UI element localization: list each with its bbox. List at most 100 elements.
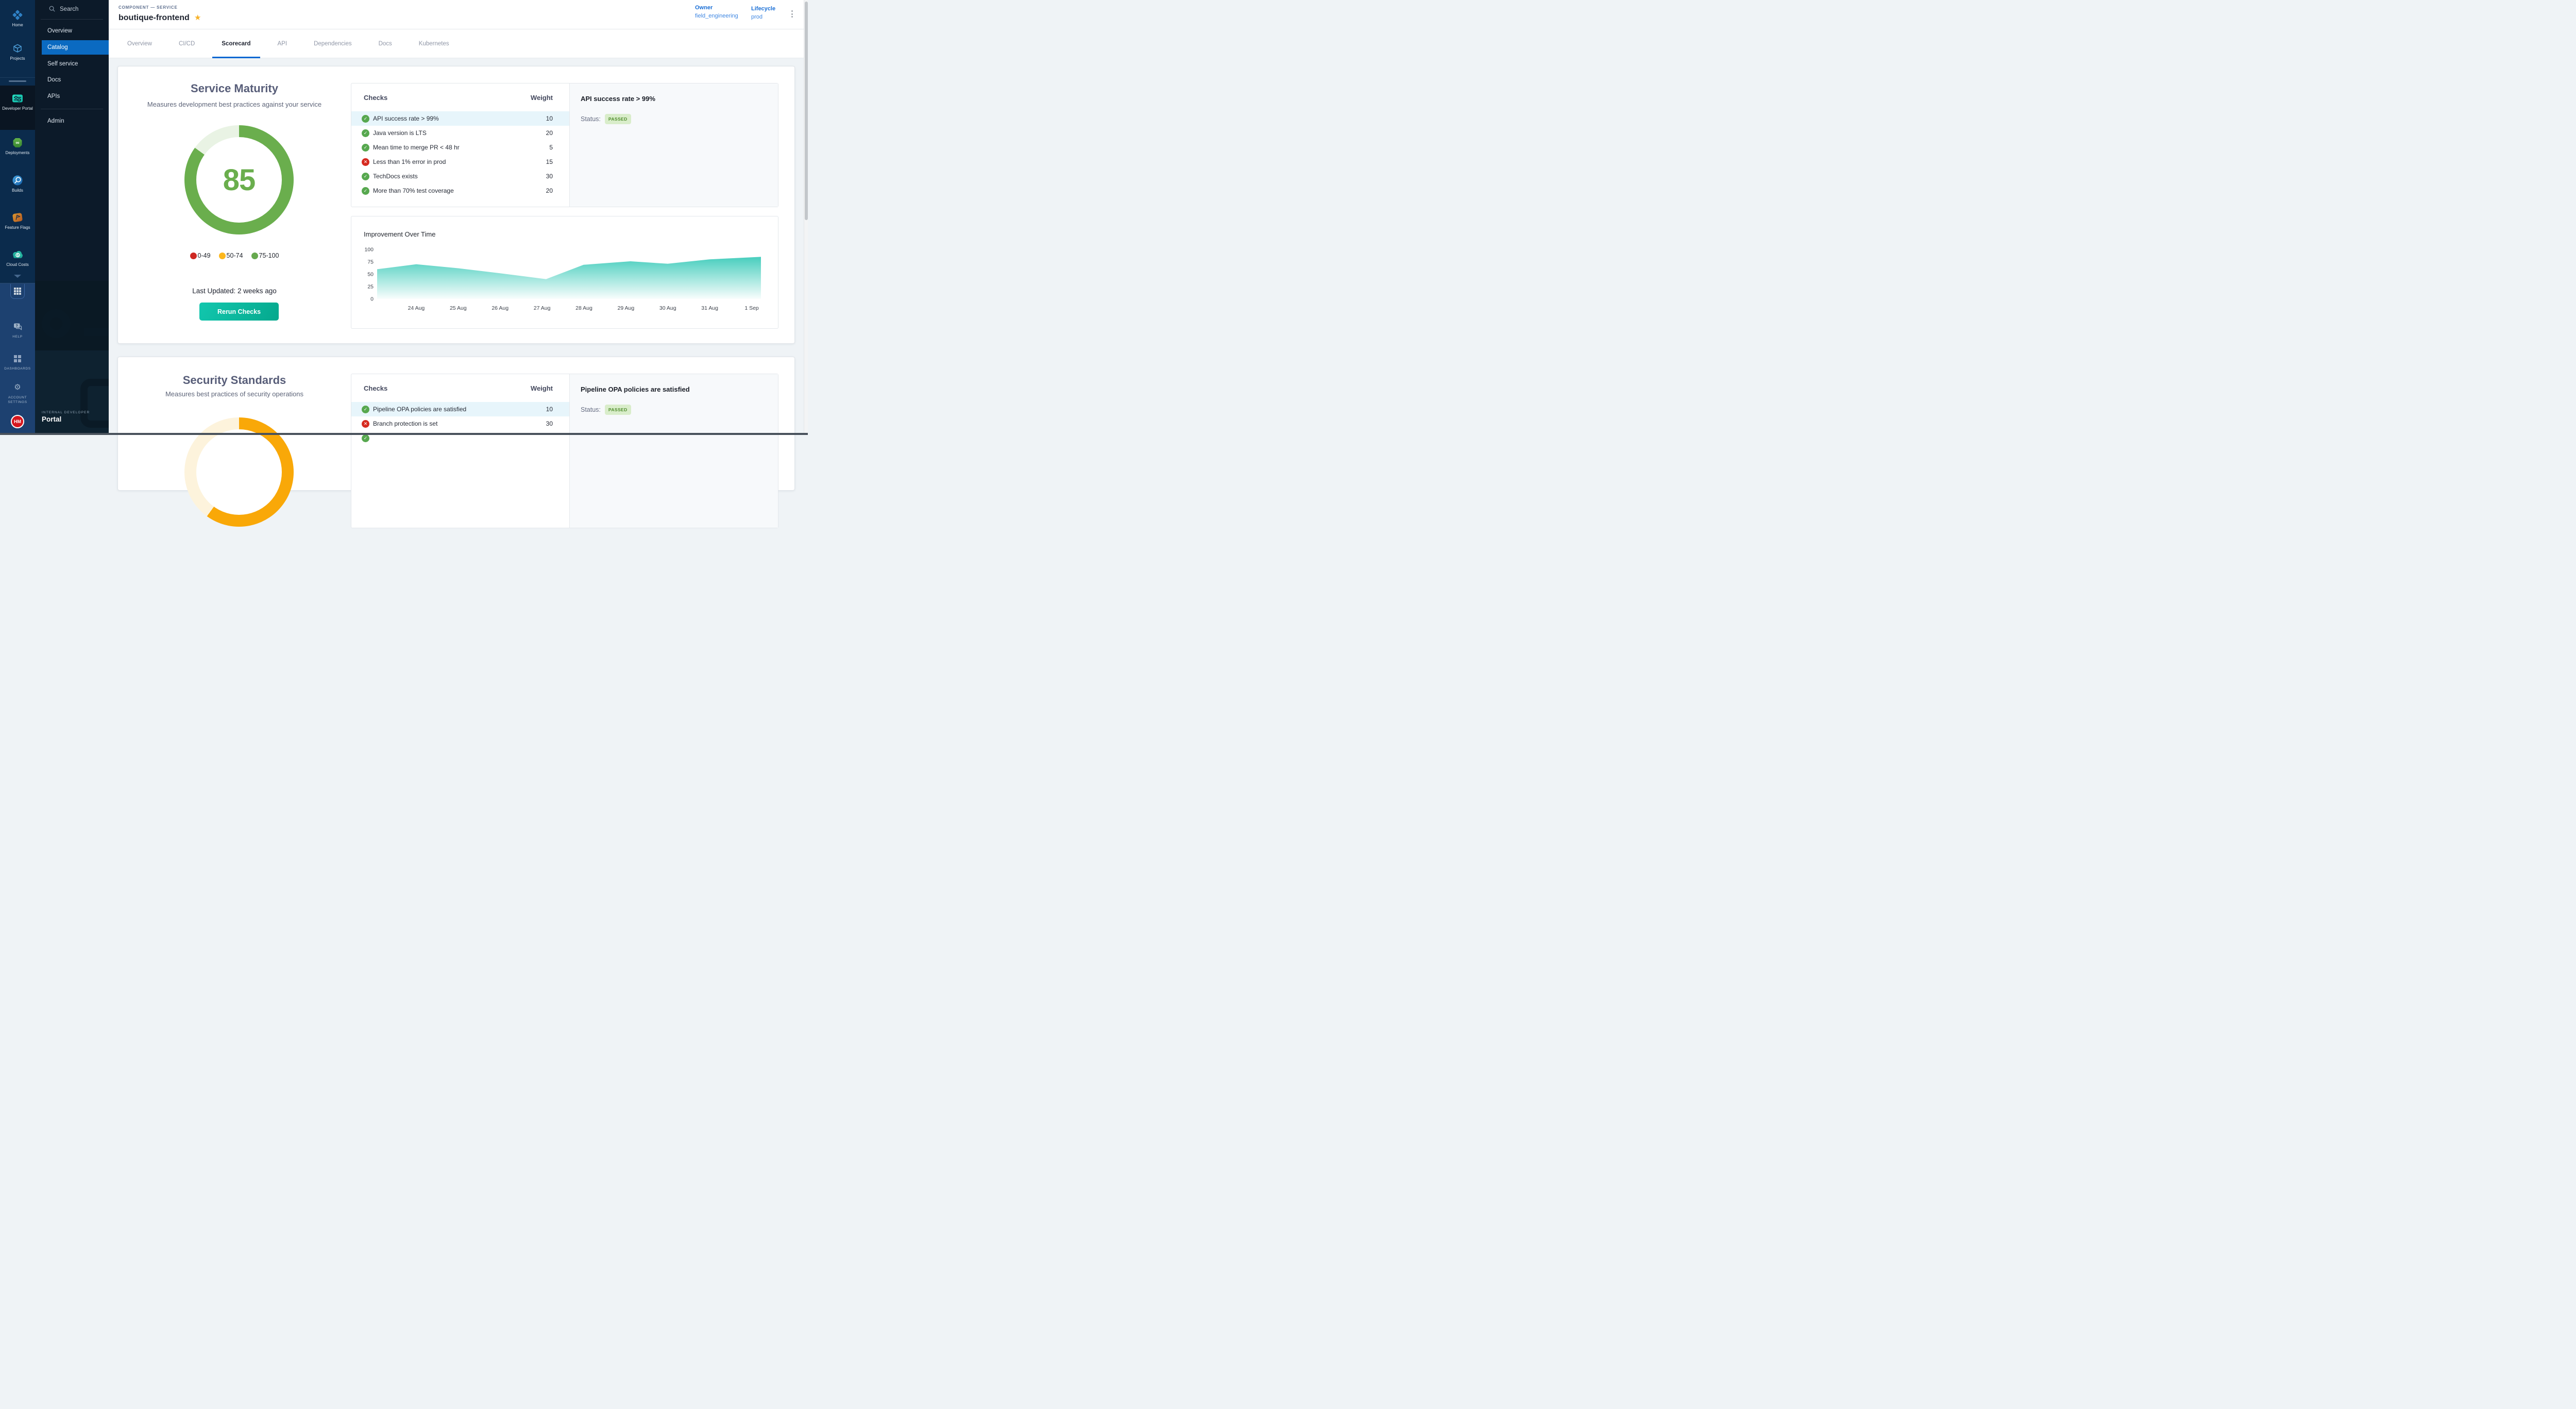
svg-text:100: 100 xyxy=(364,247,374,253)
check-row[interactable]: ✓API success rate > 99%10 xyxy=(351,111,569,126)
check-label: Pipeline OPA policies are satisfied xyxy=(373,406,527,413)
tab-dependencies[interactable]: Dependencies xyxy=(314,29,352,58)
sidebar-item-overview[interactable]: Overview xyxy=(35,24,109,38)
svg-text:0: 0 xyxy=(370,296,374,303)
nav-developer-portal-label: Developer Portal xyxy=(2,106,33,111)
nav-home[interactable]: Home xyxy=(0,9,35,27)
check-row[interactable]: ✓More than 70% test coverage20 xyxy=(351,183,569,198)
sidebar-art-ring xyxy=(42,309,71,338)
svg-text:27 Aug: 27 Aug xyxy=(534,305,551,311)
module-switcher-button[interactable] xyxy=(10,284,25,299)
rerun-checks-button[interactable]: Rerun Checks xyxy=(199,303,279,321)
check-weight: 20 xyxy=(527,129,553,137)
sidebar-item-apis[interactable]: APIs xyxy=(35,89,109,104)
check-row[interactable]: ✓TechDocs exists30 xyxy=(351,169,569,183)
module-sidebar: Search Overview Catalog Self service Doc… xyxy=(35,0,109,435)
check-fail-icon: ✕ xyxy=(362,158,369,166)
kebab-menu-icon[interactable] xyxy=(788,9,796,21)
svg-text:28 Aug: 28 Aug xyxy=(575,305,592,311)
legend-item: 0-49 xyxy=(190,252,211,259)
module-grid-icon xyxy=(14,288,21,295)
nav-deployments[interactable]: ∞ Deployments xyxy=(0,137,35,155)
vertical-scrollbar[interactable] xyxy=(804,0,808,435)
lifecycle-link[interactable]: Lifecycle prod xyxy=(751,6,775,20)
sidebar-item-catalog[interactable]: Catalog xyxy=(42,40,109,55)
weight-column-header: Weight xyxy=(531,384,553,392)
check-label: API success rate > 99% xyxy=(373,115,527,122)
check-row[interactable]: ✓Java version is LTS20 xyxy=(351,126,569,140)
user-avatar[interactable]: HM xyxy=(11,415,24,428)
checks-panel: Checks Weight ✓Pipeline OPA policies are… xyxy=(351,374,778,528)
check-detail-panel: API success rate > 99% Status: PASSED xyxy=(569,83,778,207)
nav-help-label: HELP xyxy=(12,334,22,339)
svg-text:30 Aug: 30 Aug xyxy=(659,305,676,311)
nav-projects[interactable]: Projects xyxy=(0,43,35,61)
check-weight: 10 xyxy=(527,115,553,122)
nav-cloud-costs-label: Cloud Costs xyxy=(6,262,29,267)
check-weight: 15 xyxy=(527,158,553,165)
feature-flags-icon xyxy=(12,212,23,223)
svg-text:24 Aug: 24 Aug xyxy=(408,305,425,311)
lifecycle-value: prod xyxy=(751,14,775,20)
checks-panel: Checks Weight ✓API success rate > 99%10✓… xyxy=(351,83,778,207)
check-row[interactable]: ✓Mean time to merge PR < 48 hr5 xyxy=(351,140,569,155)
sidebar-item-docs[interactable]: Docs xyxy=(35,73,109,87)
check-pass-icon: ✓ xyxy=(362,173,369,180)
legend-label: 0-49 xyxy=(198,252,211,259)
lifecycle-label: Lifecycle xyxy=(751,6,775,12)
search-button[interactable]: Search xyxy=(35,4,109,15)
last-updated-text: Last Updated: 2 weeks ago xyxy=(118,287,351,295)
tab-docs[interactable]: Docs xyxy=(379,29,392,58)
rail-drag-handle[interactable] xyxy=(9,80,26,82)
check-weight: 20 xyxy=(527,187,553,194)
help-icon: ? xyxy=(12,321,23,332)
check-weight: 5 xyxy=(527,144,553,151)
favorite-star-icon[interactable]: ★ xyxy=(194,14,201,22)
nav-cloud-costs[interactable]: $ Cloud Costs xyxy=(0,249,35,267)
nav-help[interactable]: ? HELP xyxy=(0,321,35,339)
scrollbar-thumb[interactable] xyxy=(805,2,808,220)
legend-label: 50-74 xyxy=(227,252,243,259)
tab-api[interactable]: API xyxy=(278,29,287,58)
maturity-score-gauge: 85 xyxy=(184,125,294,234)
check-weight: 30 xyxy=(527,420,553,427)
sidebar-art-rect xyxy=(80,379,109,428)
tab-overview[interactable]: Overview xyxy=(127,29,152,58)
nav-feature-flags[interactable]: Feature Flags xyxy=(0,212,35,230)
status-label: Status: xyxy=(581,406,601,413)
sidebar-item-self-service[interactable]: Self service xyxy=(35,57,109,71)
nav-feature-flags-label: Feature Flags xyxy=(5,225,30,230)
sidebar-item-admin[interactable]: Admin xyxy=(35,114,109,128)
tab-kubernetes[interactable]: Kubernetes xyxy=(419,29,449,58)
improvement-chart-card: Improvement Over Time 025507510024 Aug25… xyxy=(351,216,778,329)
divider xyxy=(41,19,103,20)
tab-cicd[interactable]: CI/CD xyxy=(179,29,195,58)
projects-cube-icon xyxy=(12,43,23,54)
nav-builds[interactable]: Builds xyxy=(0,175,35,193)
check-row[interactable]: ✕Branch protection is set30 xyxy=(351,416,569,431)
svg-text:50: 50 xyxy=(367,272,374,278)
score-legend: 0-4950-7475-100 xyxy=(118,252,351,259)
entity-header: COMPONENT — SERVICE boutique-frontend ★ … xyxy=(109,0,804,29)
svg-text:29 Aug: 29 Aug xyxy=(618,305,635,311)
svg-text:75: 75 xyxy=(367,259,374,265)
svg-text:31 Aug: 31 Aug xyxy=(701,305,718,311)
owner-link[interactable]: Owner field_engineering xyxy=(695,5,738,19)
scorecard-security-standards: Security Standards Measures best practic… xyxy=(117,357,795,491)
nav-dashboards[interactable]: DASHBOARDS xyxy=(0,353,35,371)
tab-scorecard[interactable]: Scorecard xyxy=(222,29,250,58)
legend-dot xyxy=(251,253,258,259)
settings-gear-icon: ⚙ xyxy=(14,382,21,393)
check-label: Mean time to merge PR < 48 hr xyxy=(373,144,527,151)
chevron-down-icon[interactable] xyxy=(14,275,21,278)
nav-developer-portal[interactable]: Developer Portal xyxy=(0,93,35,111)
dashboards-icon xyxy=(14,353,21,364)
check-row[interactable]: ✓Pipeline OPA policies are satisfied10 xyxy=(351,402,569,416)
legend-dot xyxy=(190,253,197,259)
check-fail-icon: ✕ xyxy=(362,420,369,428)
check-row[interactable]: ✕Less than 1% error in prod15 xyxy=(351,155,569,169)
svg-text:1 Sep: 1 Sep xyxy=(744,305,759,311)
scorecard-title: Service Maturity xyxy=(118,82,351,95)
status-badge: PASSED xyxy=(605,114,631,124)
nav-account-settings[interactable]: ⚙ ACCOUNT SETTINGS xyxy=(0,382,35,405)
